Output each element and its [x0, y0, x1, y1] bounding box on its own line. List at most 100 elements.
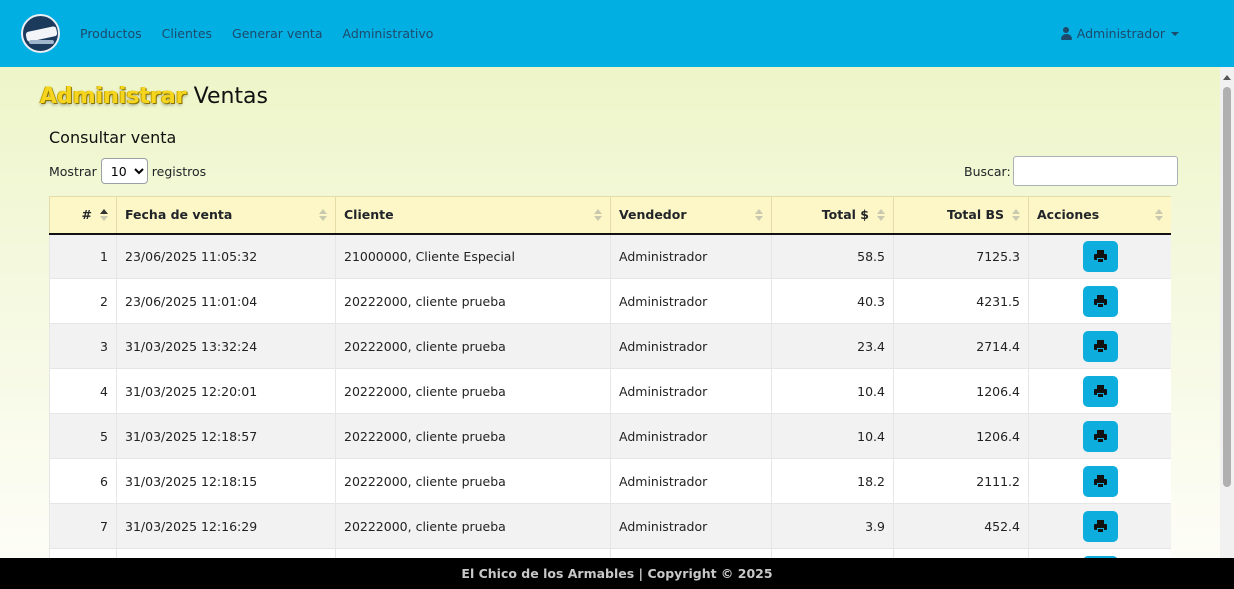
cell-id: 7 — [49, 503, 117, 549]
cell-vendedor: Administrador — [610, 323, 772, 369]
cell-total-usd: 3.9 — [771, 503, 894, 549]
print-button[interactable] — [1082, 465, 1118, 497]
search-control: Buscar: — [964, 156, 1178, 186]
cell-fecha: 31/03/2025 13:32:24 — [116, 323, 336, 369]
sales-table-container: # Fecha de venta Cliente Vendedor Total … — [49, 196, 1171, 558]
cell-total-usd: 18.2 — [771, 458, 894, 504]
table-row: 1 23/06/2025 11:05:32 21000000, Cliente … — [49, 233, 1171, 279]
cell-id: 3 — [49, 323, 117, 369]
table-row: 4 31/03/2025 12:20:01 20222000, cliente … — [49, 368, 1171, 414]
cell-total-usd: 23.4 — [771, 323, 894, 369]
cell-acciones — [1028, 278, 1171, 324]
cell-total-bs: 1206.4 — [893, 413, 1029, 459]
nav-link-productos[interactable]: Productos — [80, 26, 142, 41]
column-header-acciones[interactable]: Acciones — [1028, 196, 1171, 235]
cell-total-bs: 7125.3 — [893, 233, 1029, 279]
print-button[interactable] — [1082, 330, 1118, 362]
cell-fecha: 23/06/2025 11:01:04 — [116, 278, 336, 324]
cell-acciones — [1028, 233, 1171, 279]
cell-id: 6 — [49, 458, 117, 504]
cell-vendedor: Administrador — [610, 413, 772, 459]
search-label: Buscar: — [964, 163, 1011, 179]
print-icon — [1093, 294, 1107, 308]
scroll-up-arrow-icon[interactable] — [1223, 75, 1231, 80]
print-button[interactable] — [1082, 420, 1118, 452]
sort-icon — [319, 209, 327, 222]
cell-fecha: 31/03/2025 12:18:57 — [116, 413, 336, 459]
table-row: 5 31/03/2025 12:18:57 20222000, cliente … — [49, 413, 1171, 459]
store-logo-icon[interactable] — [21, 14, 60, 53]
sort-icon — [1012, 209, 1020, 222]
page-title-rest: Ventas — [193, 84, 268, 109]
print-icon — [1093, 339, 1107, 353]
cell-total-bs: 2714.4 — [893, 323, 1029, 369]
print-button[interactable] — [1082, 375, 1118, 407]
table-row-partial — [49, 548, 1171, 558]
cell-vendedor: Administrador — [610, 233, 772, 279]
cell-cliente: 20222000, cliente prueba — [335, 503, 611, 549]
print-icon — [1093, 429, 1107, 443]
footer: El Chico de los Armables | Copyright © 2… — [0, 558, 1234, 589]
page-title: Administrar Ventas — [40, 84, 268, 109]
cell-acciones — [1028, 368, 1171, 414]
nav-link-administrativo[interactable]: Administrativo — [343, 26, 434, 41]
print-icon — [1093, 474, 1107, 488]
page-length-control: Mostrar 10 registros — [49, 158, 206, 184]
print-button[interactable] — [1082, 510, 1118, 542]
cell-cliente: 20222000, cliente prueba — [335, 368, 611, 414]
sort-icon — [1155, 209, 1163, 222]
column-header-vendedor[interactable]: Vendedor — [610, 196, 772, 235]
cell-total-usd: 40.3 — [771, 278, 894, 324]
cell-acciones — [1028, 413, 1171, 459]
cell-acciones — [1028, 503, 1171, 549]
show-label: Mostrar — [49, 163, 97, 179]
cell-cliente: 20222000, cliente prueba — [335, 323, 611, 369]
sort-icon — [877, 209, 885, 222]
table-row: 7 31/03/2025 12:16:29 20222000, cliente … — [49, 503, 1171, 549]
cell-cliente: 20222000, cliente prueba — [335, 413, 611, 459]
section-subtitle: Consultar venta — [49, 128, 177, 147]
cell-total-bs: 452.4 — [893, 503, 1029, 549]
column-header-cliente[interactable]: Cliente — [335, 196, 611, 235]
footer-text: El Chico de los Armables | Copyright © 2… — [461, 566, 773, 581]
cell-cliente: 20222000, cliente prueba — [335, 278, 611, 324]
column-header-id[interactable]: # — [49, 196, 117, 235]
cell-id: 1 — [49, 233, 117, 279]
scrollbar-thumb[interactable] — [1223, 87, 1231, 487]
cell-total-usd: 10.4 — [771, 368, 894, 414]
vertical-scrollbar[interactable] — [1220, 67, 1234, 558]
column-header-total-usd[interactable]: Total $ — [771, 196, 894, 235]
cell-id: 5 — [49, 413, 117, 459]
print-icon — [1093, 249, 1107, 263]
cell-vendedor: Administrador — [610, 278, 772, 324]
cell-fecha: 31/03/2025 12:18:15 — [116, 458, 336, 504]
print-button[interactable] — [1082, 240, 1118, 272]
main-content: Administrar Ventas Consultar venta Mostr… — [0, 67, 1234, 558]
user-icon — [1060, 27, 1072, 40]
cell-fecha: 23/06/2025 11:05:32 — [116, 233, 336, 279]
table-row: 6 31/03/2025 12:18:15 20222000, cliente … — [49, 458, 1171, 504]
print-icon — [1093, 384, 1107, 398]
nav-link-clientes[interactable]: Clientes — [162, 26, 212, 41]
sort-asc-icon — [100, 209, 108, 222]
column-header-fecha[interactable]: Fecha de venta — [116, 196, 336, 235]
page-length-select[interactable]: 10 — [100, 158, 148, 184]
cell-acciones — [1028, 323, 1171, 369]
table-row: 2 23/06/2025 11:01:04 20222000, cliente … — [49, 278, 1171, 324]
nav-link-generar-venta[interactable]: Generar venta — [232, 26, 322, 41]
column-header-total-bs[interactable]: Total BS — [893, 196, 1029, 235]
search-input[interactable] — [1012, 156, 1178, 186]
sort-icon — [755, 209, 763, 222]
user-menu-dropdown[interactable]: Administrador — [1060, 0, 1179, 67]
cell-cliente: 20222000, cliente prueba — [335, 458, 611, 504]
print-button[interactable] — [1082, 285, 1118, 317]
sales-table: # Fecha de venta Cliente Vendedor Total … — [49, 196, 1171, 558]
print-icon — [1093, 519, 1107, 533]
cell-vendedor: Administrador — [610, 503, 772, 549]
cell-fecha: 31/03/2025 12:16:29 — [116, 503, 336, 549]
chevron-down-icon — [1171, 31, 1179, 36]
user-menu-label: Administrador — [1076, 26, 1165, 41]
cell-fecha: 31/03/2025 12:20:01 — [116, 368, 336, 414]
table-row: 3 31/03/2025 13:32:24 20222000, cliente … — [49, 323, 1171, 369]
cell-id: 4 — [49, 368, 117, 414]
